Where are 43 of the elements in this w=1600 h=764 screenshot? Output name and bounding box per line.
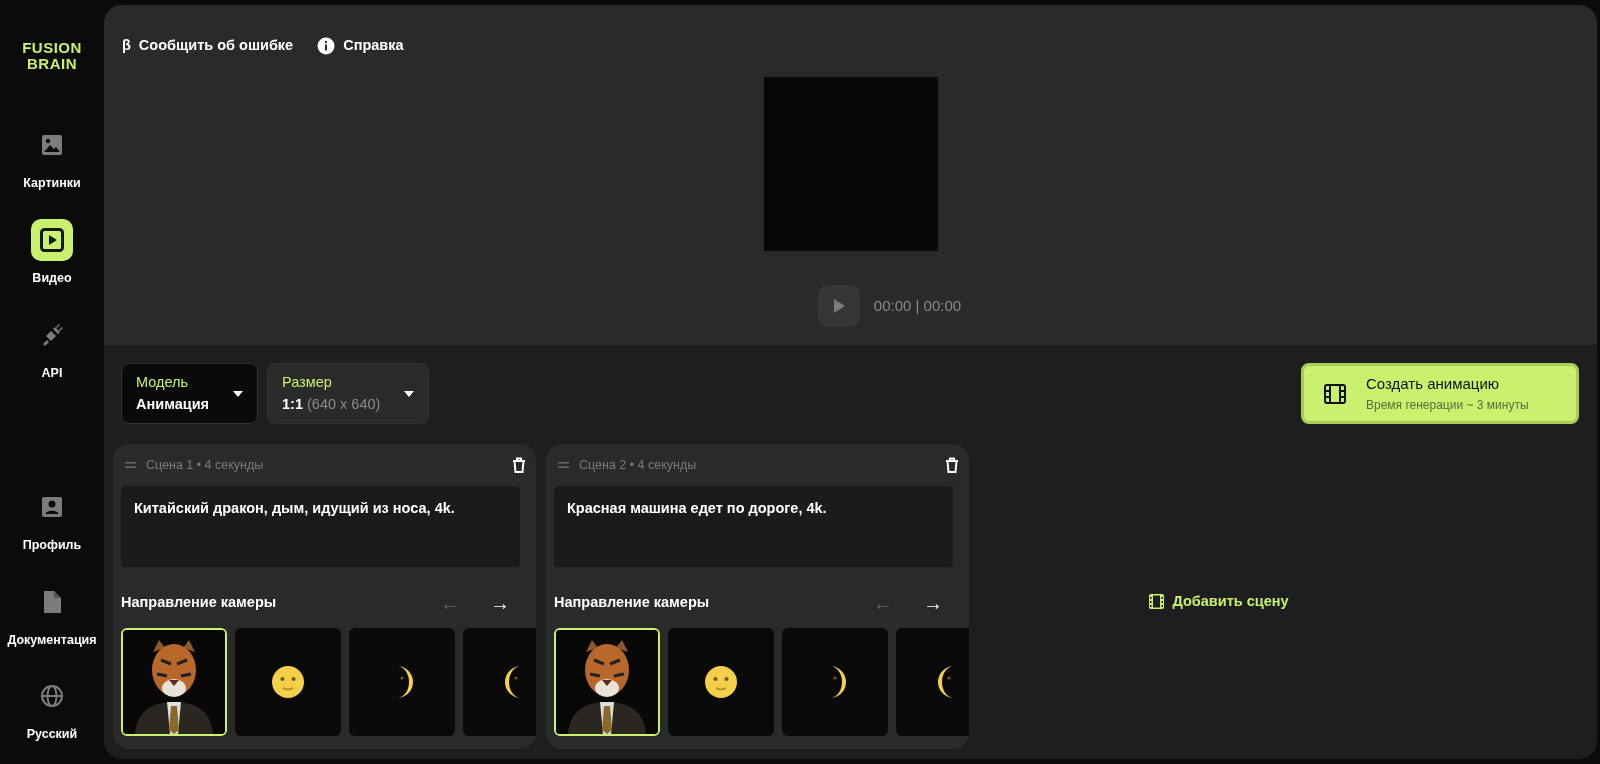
document-icon: [42, 589, 62, 614]
image-icon: [41, 134, 63, 156]
sidebar-item[interactable]: Картинки: [23, 124, 81, 193]
scene-title: Сцена 2 • 4 секунды: [579, 456, 697, 474]
drag-handle-icon: [125, 462, 136, 468]
play-icon: [40, 227, 64, 252]
dropdown[interactable]: Модель Анимация: [121, 363, 259, 424]
camera-option[interactable]: [668, 627, 774, 736]
time-display: 00:00 | 00:00: [873, 295, 962, 316]
dropdown[interactable]: Размер 1:1 (640 x 640): [267, 363, 430, 424]
section-label: Направление камеры: [121, 593, 277, 612]
delete-button[interactable]: [945, 457, 959, 473]
drag-handle-icon: [558, 462, 569, 468]
delete-button[interactable]: [512, 457, 526, 473]
play-button[interactable]: [817, 284, 860, 327]
moon-icon: [704, 664, 738, 699]
scene-title: Сцена 1 • 4 секунды: [146, 456, 264, 474]
profile-icon: [41, 495, 63, 518]
trash-icon: [512, 457, 526, 473]
next-button[interactable]: →: [482, 592, 518, 613]
moon-icon: [271, 664, 305, 699]
sidebar-item[interactable]: Профиль: [22, 485, 82, 555]
logo: FUSION BRAIN: [22, 40, 82, 72]
prompt-field[interactable]: Красная машина едет по дороге, 4k.: [554, 486, 953, 567]
camera-option[interactable]: [235, 627, 341, 736]
globe-icon: [40, 684, 64, 709]
sidebar-item[interactable]: Русский: [26, 675, 78, 744]
sidebar-item[interactable]: Документация: [7, 580, 97, 650]
next-button[interactable]: →: [915, 592, 951, 613]
film-icon: [1149, 594, 1165, 609]
add-scene-button[interactable]: Добавить сцену: [1143, 589, 1295, 614]
caret-icon: [404, 390, 415, 397]
info-icon: [317, 36, 336, 55]
trash-icon: [945, 457, 959, 473]
report-link[interactable]: β Сообщить об ошибке: [122, 35, 294, 57]
prompt-field[interactable]: Китайский дракон, дым, идущий из носа, 4k.: [121, 486, 520, 567]
section-label: Направление камеры: [554, 593, 710, 612]
sidebar-item[interactable]: API: [31, 313, 73, 383]
play-icon: [832, 298, 845, 313]
help-link[interactable]: Справка: [317, 35, 404, 57]
caret-icon: [233, 390, 244, 397]
create-button[interactable]: Создать анимацию Время генерации ~ 3 минуты: [1301, 363, 1579, 424]
film-icon: [1324, 383, 1346, 404]
